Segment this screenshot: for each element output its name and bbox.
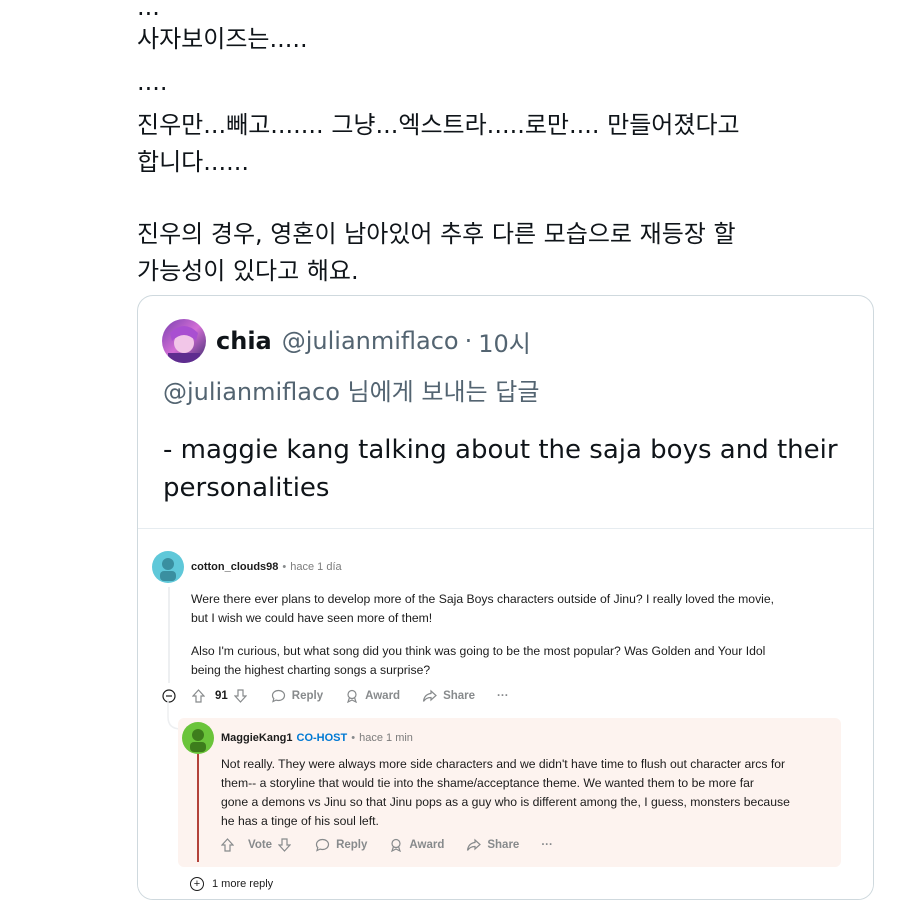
award-label: Award: [365, 690, 401, 702]
tweet-text: ... 사자보이즈는..... .... 진우만...빼고....... 그냥.…: [137, 0, 817, 287]
reply-line: he has a tinge of his soul left.: [221, 814, 379, 828]
more-options-button[interactable]: ···: [541, 839, 553, 851]
tweet-line: ...: [137, 0, 160, 21]
share-label: Share: [443, 690, 476, 702]
plus-circle-icon: +: [190, 877, 204, 891]
reddit-screenshot: cotton_clouds98 • hace 1 día Were there …: [138, 528, 873, 899]
separator-dot: ·: [464, 327, 473, 355]
downvote-arrow-icon[interactable]: [278, 838, 297, 852]
reply-thread-line[interactable]: [197, 754, 199, 862]
share-button[interactable]: Share: [422, 689, 475, 703]
downvote-arrow-icon[interactable]: [233, 689, 253, 703]
comment-meta: cotton_clouds98 • hace 1 día: [191, 561, 342, 573]
reply-to-label[interactable]: @julianmiflaco 님에게 보내는 답글: [163, 372, 539, 407]
reply-line: gone a demons vs Jinu so that Jinu pops …: [221, 795, 790, 809]
quote-timestamp[interactable]: 10시: [478, 324, 531, 359]
tweet-spacer: [137, 178, 817, 209]
comment-line: [191, 628, 774, 642]
comment-line: being the highest charting songs a surpr…: [191, 663, 431, 677]
quote-body-line: personalities: [163, 473, 330, 503]
comment-time: hace 1 día: [290, 561, 342, 573]
reply-label: Reply: [336, 839, 368, 851]
award-label: Award: [409, 839, 445, 851]
quote-author-handle[interactable]: @julianmiflaco: [282, 327, 459, 355]
tweet-line: 사자보이즈는.....: [137, 25, 308, 53]
replier-avatar: [182, 722, 214, 754]
quote-tweet-card[interactable]: chia @julianmiflaco · 10시 @julianmiflaco…: [137, 295, 874, 900]
award-ribbon-icon: [391, 838, 402, 852]
comment-actions: 91 Reply Award Share ···: [162, 689, 531, 703]
share-label: Share: [487, 839, 520, 851]
more-replies-label: 1 more reply: [212, 878, 274, 890]
share-arrow-icon: [467, 838, 482, 851]
meta-separator: •: [351, 732, 356, 744]
tweet-line: 진우의 경우, 영혼이 남아있어 추후 다른 모습으로 재등장 할: [137, 220, 736, 248]
meta-separator: •: [282, 561, 287, 573]
speech-bubble-icon: [315, 838, 330, 852]
avatar[interactable]: [162, 319, 206, 363]
vote-count: 91: [215, 690, 228, 702]
reply-button[interactable]: Reply: [315, 838, 367, 852]
tweet-line: 합니다......: [137, 148, 250, 176]
comment-line: but I wish we could have seen more of th…: [191, 611, 433, 625]
reply-line: them-- a storyline that would tie into t…: [221, 776, 754, 790]
tweet-line: 진우만...빼고....... 그냥...엑스트라.....로만.... 만들어…: [137, 111, 740, 139]
quote-body-line: - maggie kang talking about the saja boy…: [163, 435, 838, 465]
upvote-arrow-icon[interactable]: [221, 838, 240, 852]
more-options-button[interactable]: ···: [497, 690, 509, 702]
quote-header: chia @julianmiflaco · 10시: [162, 318, 531, 364]
reply-label: Reply: [291, 690, 324, 702]
quote-body: - maggie kang talking about the saja boy…: [163, 431, 843, 507]
tweet-line: ....: [137, 68, 168, 96]
speech-bubble-icon: [271, 689, 285, 703]
thread-line[interactable]: [168, 587, 170, 683]
upvote-arrow-icon[interactable]: [192, 689, 211, 703]
more-replies-link[interactable]: + 1 more reply: [190, 877, 273, 891]
reply-line: Not really. They were always more side c…: [221, 757, 786, 771]
commenter-avatar: [152, 551, 184, 583]
award-button[interactable]: Award: [345, 689, 400, 703]
tweet-line: 가능성이 있다고 해요.: [137, 257, 359, 285]
reply-body: Not really. They were always more side c…: [221, 755, 790, 831]
vote-label: Vote: [248, 839, 273, 851]
comment-line: Also I'm curious, but what song did you …: [191, 644, 766, 658]
award-button[interactable]: Award: [389, 838, 444, 852]
comment-line: Were there ever plans to develop more of…: [191, 592, 775, 606]
cohost-badge: CO-HOST: [296, 732, 348, 744]
share-arrow-icon: [422, 689, 437, 702]
quote-author-name[interactable]: chia: [216, 327, 272, 355]
reply-meta: MaggieKang1 CO-HOST • hace 1 min: [221, 732, 413, 744]
comment-author[interactable]: cotton_clouds98: [191, 561, 278, 573]
reply-button[interactable]: Reply: [271, 689, 323, 703]
reply-actions: Vote Reply Award Share ···: [221, 838, 575, 852]
share-button[interactable]: Share: [466, 838, 519, 852]
reply-author[interactable]: MaggieKang1: [221, 732, 293, 744]
comment-body: Were there ever plans to develop more of…: [191, 590, 774, 680]
award-ribbon-icon: [347, 689, 358, 703]
reply-time: hace 1 min: [359, 732, 413, 744]
